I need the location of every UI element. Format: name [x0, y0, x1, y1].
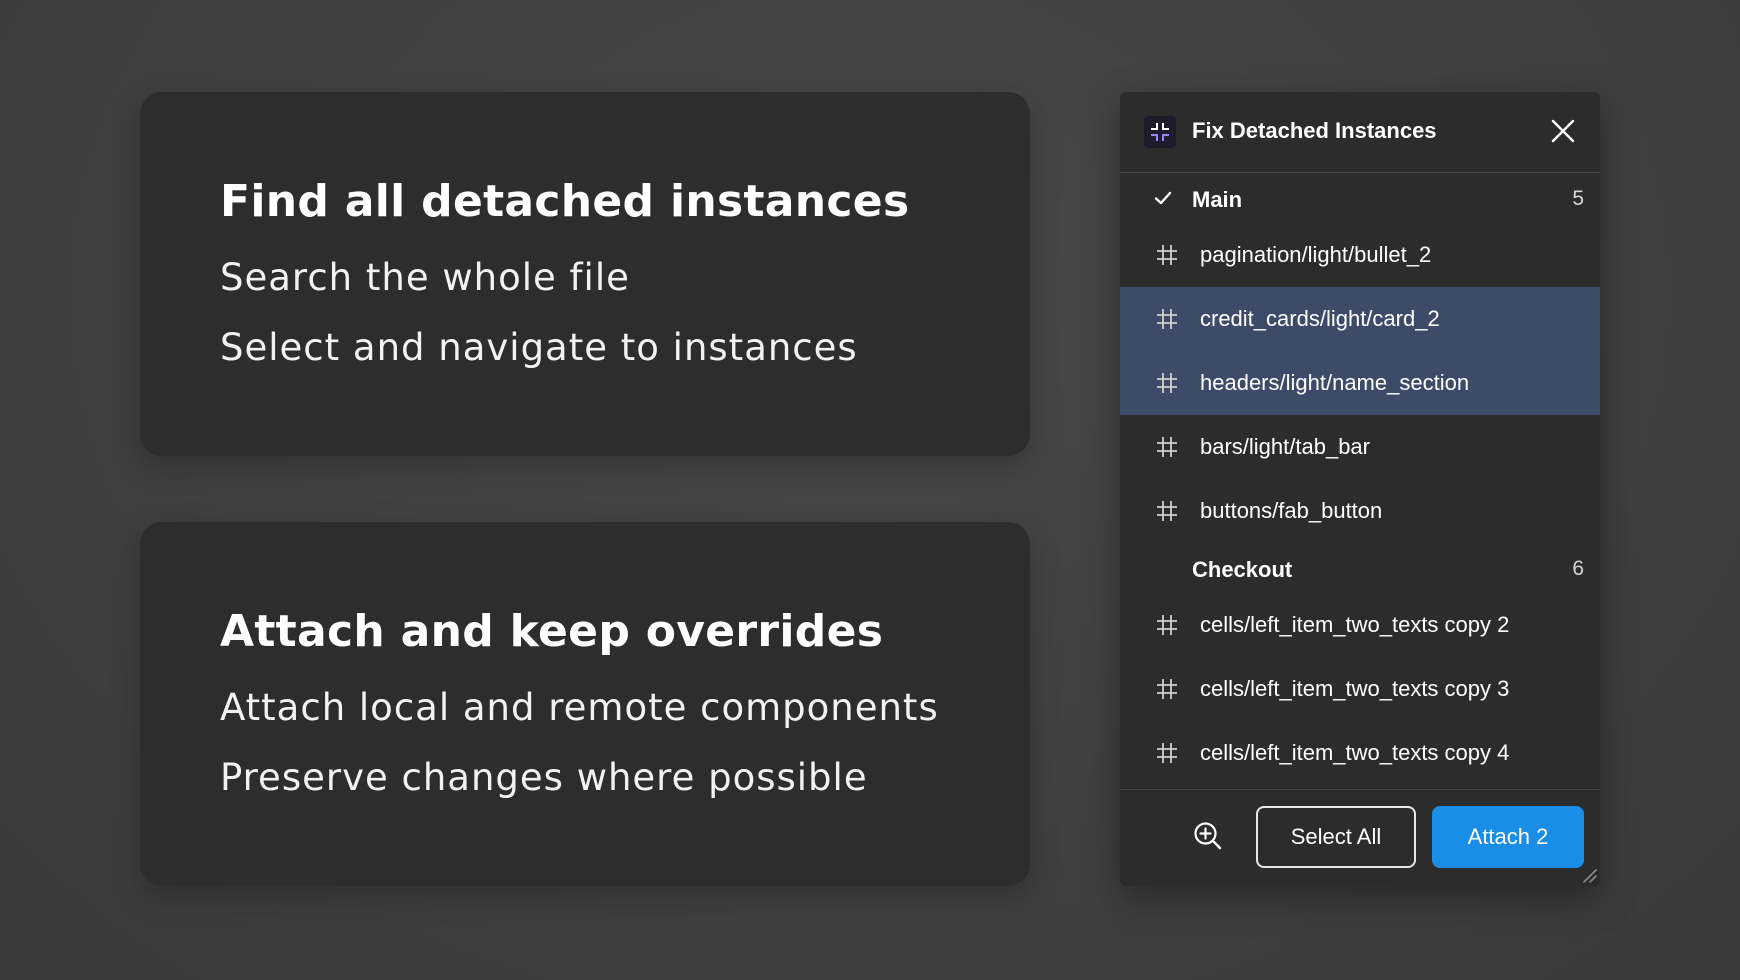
list-item[interactable]: buttons/fab_button	[1120, 479, 1600, 543]
feature-card-attach: Attach and keep overrides Attach local a…	[140, 522, 1030, 886]
group-count: 5	[1572, 187, 1584, 210]
list-item[interactable]: cells/left_item_two_texts copy 3	[1120, 657, 1600, 721]
group-name: Main	[1192, 187, 1243, 212]
list-item-label: bars/light/tab_bar	[1200, 434, 1370, 459]
frame-icon	[1157, 501, 1177, 521]
list-item[interactable]: credit_cards/light/card_2	[1120, 287, 1600, 351]
feature-line: Select and navigate to instances	[220, 326, 858, 369]
panel-header: Fix Detached Instances	[1120, 92, 1600, 173]
list-item-label: cells/left_item_two_texts copy 2	[1200, 612, 1510, 637]
plugin-panel: Fix Detached Instances Main 5 pagination…	[1120, 92, 1600, 886]
list-item-label: buttons/fab_button	[1200, 498, 1383, 523]
resize-handle-icon[interactable]	[1580, 866, 1598, 884]
group-name: Checkout	[1192, 557, 1293, 582]
attach-button[interactable]: Attach 2	[1432, 806, 1584, 868]
frame-icon	[1157, 437, 1177, 457]
frame-icon	[1157, 615, 1177, 635]
panel-footer: Select All Attach 2	[1120, 789, 1600, 886]
frame-icon	[1157, 373, 1177, 393]
list-item-label: cells/left_item_two_texts copy 3	[1200, 676, 1510, 701]
feature-line: Attach local and remote components	[220, 686, 939, 729]
group-count: 6	[1572, 557, 1584, 580]
close-icon[interactable]	[1548, 116, 1578, 146]
list-item[interactable]: cells/left_item_two_texts copy 2	[1120, 593, 1600, 657]
feature-line: Preserve changes where possible	[220, 756, 868, 799]
group-header-main[interactable]: Main 5	[1120, 173, 1600, 223]
select-all-button[interactable]: Select All	[1256, 806, 1416, 868]
list-item-label: pagination/light/bullet_2	[1200, 242, 1432, 267]
list-item[interactable]: headers/light/name_section	[1120, 351, 1600, 415]
list-item[interactable]: bars/light/tab_bar	[1120, 415, 1600, 479]
list-item-label: headers/light/name_section	[1200, 370, 1470, 395]
feature-title: Find all detached instances	[220, 176, 910, 227]
list-item[interactable]: pagination/light/bullet_2	[1120, 223, 1600, 287]
frame-icon	[1157, 743, 1177, 763]
panel-title: Fix Detached Instances	[1192, 118, 1437, 143]
plugin-logo-icon	[1144, 116, 1176, 148]
frame-icon	[1157, 679, 1177, 699]
list-item-label: cells/left_item_two_texts copy 4	[1200, 740, 1510, 765]
instance-list: Main 5 pagination/light/bullet_2 credit_…	[1120, 173, 1600, 785]
list-item[interactable]: cells/left_item_two_texts copy 4	[1120, 721, 1600, 785]
feature-line: Search the whole file	[220, 256, 630, 299]
feature-card-find: Find all detached instances Search the w…	[140, 92, 1030, 456]
list-item-label: credit_cards/light/card_2	[1200, 306, 1440, 331]
zoom-in-icon[interactable]	[1192, 820, 1224, 852]
group-header-checkout[interactable]: Checkout 6	[1120, 543, 1600, 593]
feature-title: Attach and keep overrides	[220, 606, 884, 657]
frame-icon	[1157, 245, 1177, 265]
frame-icon	[1157, 309, 1177, 329]
check-icon	[1154, 191, 1172, 205]
